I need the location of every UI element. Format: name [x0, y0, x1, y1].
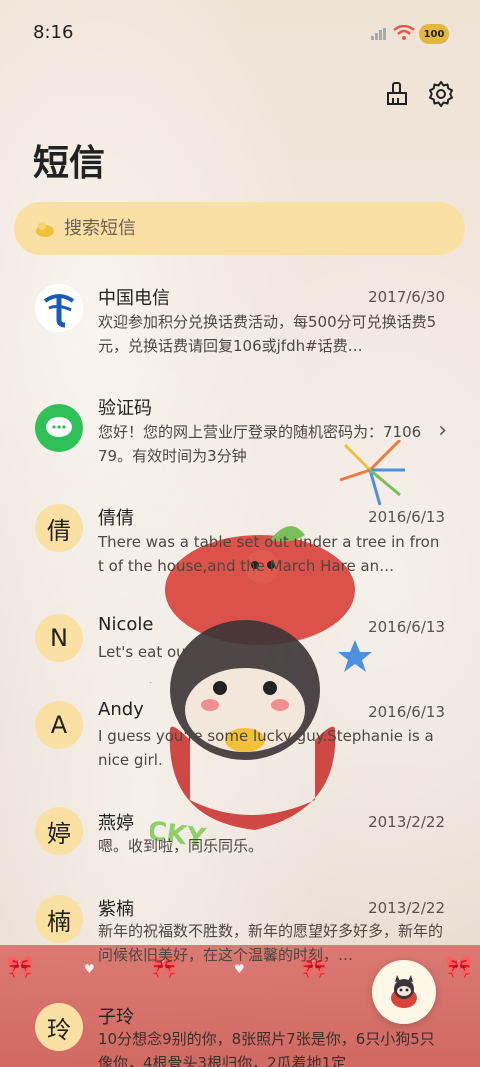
conversation-item[interactable]: N Nicole 2016/6/13 Let's eat out,shall w… [0, 610, 480, 670]
cellular-signal-icon [371, 28, 386, 40]
message-preview: 欢迎参加积分兑换话费活动，每500分可兑换话费5元，兑换话费请回复106或jfd… [98, 313, 437, 355]
status-time: 8:16 [33, 22, 74, 43]
message-date: 2017/6/30 [368, 288, 445, 306]
broom-icon[interactable] [383, 80, 411, 108]
message-preview: Let's eat out,shall we? [98, 643, 266, 661]
message-date: 2013/2/22 [368, 899, 445, 917]
contact-name: 紫楠 [98, 899, 134, 920]
contact-name: 验证码 [98, 398, 152, 419]
avatar: 倩 [35, 504, 83, 552]
conversation-item[interactable]: A Andy 2016/6/13 I guess you're some luc… [0, 697, 480, 782]
search-icon [36, 221, 54, 237]
contact-name: 子玲 [98, 1007, 134, 1028]
message-preview: 新年的祝福数不胜数，新年的愿望好多好多，新年的问候依旧美好，在这个温馨的时刻，… [98, 922, 443, 964]
message-date: 2016/6/13 [368, 508, 445, 526]
message-date: 2013/2/22 [368, 813, 445, 831]
battery-indicator: 100 [419, 24, 449, 44]
conversation-item[interactable]: 验证码 › 您好！您的网上营业厅登录的随机密码为：710679。有效时间为3分钟 [0, 390, 480, 475]
conversation-item[interactable]: 中国电信 2017/6/30 欢迎参加积分兑换话费活动，每500分可兑换话费5元… [0, 280, 480, 365]
contact-name: 倩倩 [98, 508, 134, 529]
message-preview: 您好！您的网上营业厅登录的随机密码为：710679。有效时间为3分钟 [98, 423, 422, 465]
avatar: 楠 [35, 895, 83, 943]
status-bar: 8:16 100 [0, 0, 480, 64]
compose-button[interactable] [372, 960, 436, 1024]
message-date: 2016/6/13 [368, 618, 445, 636]
avatar: N [35, 614, 83, 662]
chevron-right-icon: › [438, 418, 447, 443]
contact-name: Nicole [98, 614, 154, 635]
message-preview: 嗯。收到啦，同乐同乐。 [98, 837, 264, 855]
message-date: 2016/6/13 [368, 703, 445, 721]
conversation-item[interactable]: 婷 燕婷 2013/2/22 嗯。收到啦，同乐同乐。 [0, 807, 480, 867]
message-preview: 10分想念9别的你，8张照片7张是你，6只小狗5只像你，4根骨头3根归你，2瓜着… [98, 1030, 435, 1067]
contact-name: 燕婷 [98, 813, 134, 834]
search-input[interactable] [64, 218, 424, 239]
page-title: 短信 [33, 143, 106, 184]
sms-bubble-icon [35, 404, 83, 452]
lucky-cat-icon [391, 975, 417, 1008]
contact-name: Andy [98, 699, 144, 720]
china-telecom-logo-icon [35, 284, 83, 332]
search-bar[interactable] [14, 202, 465, 255]
message-preview: I guess you're some lucky guy.Stephanie … [98, 727, 434, 769]
wifi-icon [393, 25, 415, 40]
avatar: 婷 [35, 807, 83, 855]
gear-icon[interactable] [427, 80, 455, 108]
contact-name: 中国电信 [98, 288, 170, 309]
conversation-item[interactable]: 倩 倩倩 2016/6/13 There was a table set out… [0, 500, 480, 585]
message-preview: There was a table set out under a tree i… [98, 533, 440, 575]
avatar: A [35, 701, 83, 749]
avatar: 玲 [35, 1003, 83, 1051]
